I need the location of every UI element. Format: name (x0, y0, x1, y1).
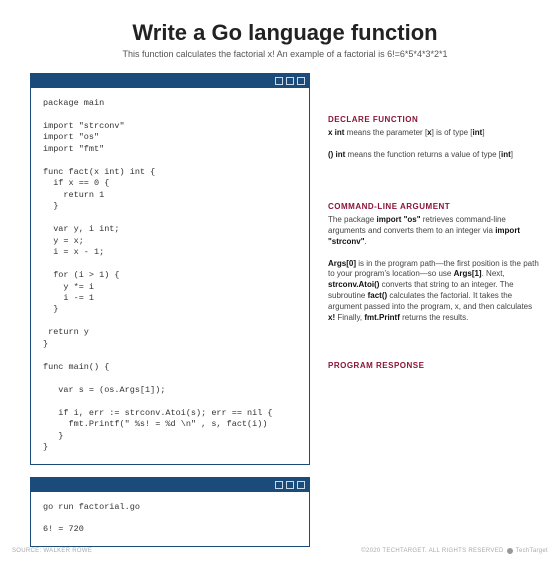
window-titlebar (31, 74, 309, 88)
page-footer: SOURCE: WALKER ROWE ©2020 TECHTARGET. AL… (12, 548, 548, 554)
note-response-head: PROGRAM RESPONSE (328, 361, 540, 370)
footer-brand: TechTarget (516, 548, 548, 554)
code-window-main: package main import "strconv" import "os… (30, 73, 310, 465)
window-control-icon (297, 481, 305, 489)
note-declare-body: x int means the parameter [x] is of type… (328, 128, 540, 160)
window-control-icon (286, 77, 294, 85)
footer-source: SOURCE: WALKER ROWE (12, 548, 92, 554)
window-control-icon (275, 481, 283, 489)
window-control-icon (286, 481, 294, 489)
page-subtitle: This function calculates the factorial x… (30, 49, 540, 59)
footer-copyright: ©2020 TECHTARGET. ALL RIGHTS RESERVED (361, 548, 503, 554)
techtarget-logo-icon (507, 548, 513, 554)
window-titlebar (31, 478, 309, 492)
code-window-output: go run factorial.go 6! = 720 (30, 477, 310, 547)
note-cmdline-body: The package import "os" retrieves comman… (328, 215, 540, 323)
window-control-icon (275, 77, 283, 85)
code-body-output: go run factorial.go 6! = 720 (31, 492, 309, 546)
page-title: Write a Go language function (30, 20, 540, 46)
code-body-main: package main import "strconv" import "os… (31, 88, 309, 464)
note-declare-head: DECLARE FUNCTION (328, 115, 540, 124)
window-control-icon (297, 77, 305, 85)
note-cmdline-head: COMMAND-LINE ARGUMENT (328, 202, 540, 211)
